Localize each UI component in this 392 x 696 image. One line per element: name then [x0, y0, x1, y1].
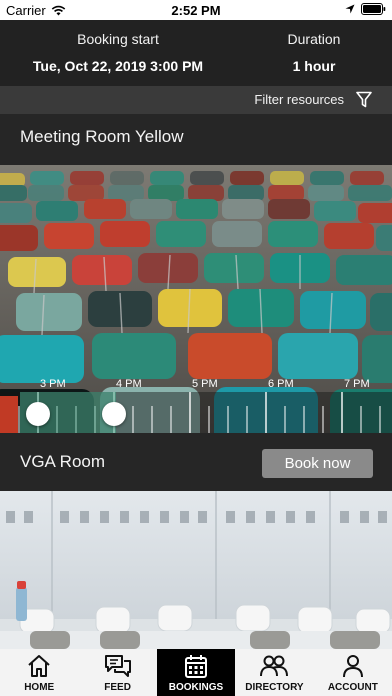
booking-header: Booking start Tue, Oct 22, 2019 3:00 PM … — [0, 20, 392, 86]
range-start-handle[interactable] — [26, 402, 50, 426]
timeline-label-4pm: 4 PM — [116, 378, 142, 390]
range-end-handle[interactable] — [102, 402, 126, 426]
filter-icon[interactable] — [356, 91, 372, 108]
tab-bookings-label: BOOKINGS — [168, 682, 224, 693]
booking-start-label: Booking start — [77, 31, 159, 47]
tab-directory-label: DIRECTORY — [245, 682, 304, 693]
status-bar: Carrier 2:52 PM — [0, 0, 392, 20]
room-name: VGA Room — [20, 452, 106, 471]
tab-bar: HOME FEED BOOKINGS DIRECTORY ACCOUNT — [0, 649, 392, 696]
tab-home[interactable]: HOME — [0, 649, 78, 696]
status-indicators — [345, 3, 386, 15]
booked-slot — [0, 396, 18, 433]
duration-selector[interactable]: Duration 1 hour — [236, 20, 392, 74]
duration-label: Duration — [287, 31, 341, 47]
duration-value[interactable]: 1 hour — [236, 58, 392, 74]
people-icon — [260, 655, 289, 677]
room-photo-conference — [0, 491, 392, 649]
availability-timeline[interactable]: 3 PM 4 PM 5 PM 6 PM 7 PM — [0, 374, 392, 433]
tab-home-label: HOME — [24, 682, 55, 693]
battery-icon — [361, 3, 386, 15]
home-icon — [28, 655, 50, 677]
tab-account-label: ACCOUNT — [327, 682, 378, 693]
book-now-button[interactable]: Book now — [262, 449, 373, 478]
tab-account[interactable]: ACCOUNT — [314, 649, 392, 696]
filter-resources-label[interactable]: Filter resources — [254, 92, 344, 107]
tab-feed[interactable]: FEED — [78, 649, 156, 696]
timeline-label-6pm: 6 PM — [268, 378, 294, 390]
timeline-label-7pm: 7 PM — [344, 378, 370, 390]
tab-directory[interactable]: DIRECTORY — [235, 649, 313, 696]
tab-bookings[interactable]: BOOKINGS — [156, 649, 236, 696]
status-time: 2:52 PM — [171, 3, 221, 18]
room-header-meeting-room-yellow[interactable]: Meeting Room Yellow — [0, 114, 392, 165]
user-icon — [342, 655, 363, 678]
location-arrow-icon — [345, 4, 355, 14]
chat-icon — [104, 655, 131, 677]
booking-start-selector[interactable]: Booking start Tue, Oct 22, 2019 3:00 PM — [0, 20, 236, 74]
timeline-label-5pm: 5 PM — [192, 378, 218, 390]
room-name: Meeting Room Yellow — [20, 127, 184, 146]
timeline-label-3pm: 3 PM — [40, 378, 66, 390]
tab-feed-label: FEED — [104, 682, 131, 693]
booking-start-value[interactable]: Tue, Oct 22, 2019 3:00 PM — [0, 58, 236, 74]
filter-resources-bar[interactable]: Filter resources — [0, 86, 392, 114]
calendar-icon — [185, 655, 208, 678]
